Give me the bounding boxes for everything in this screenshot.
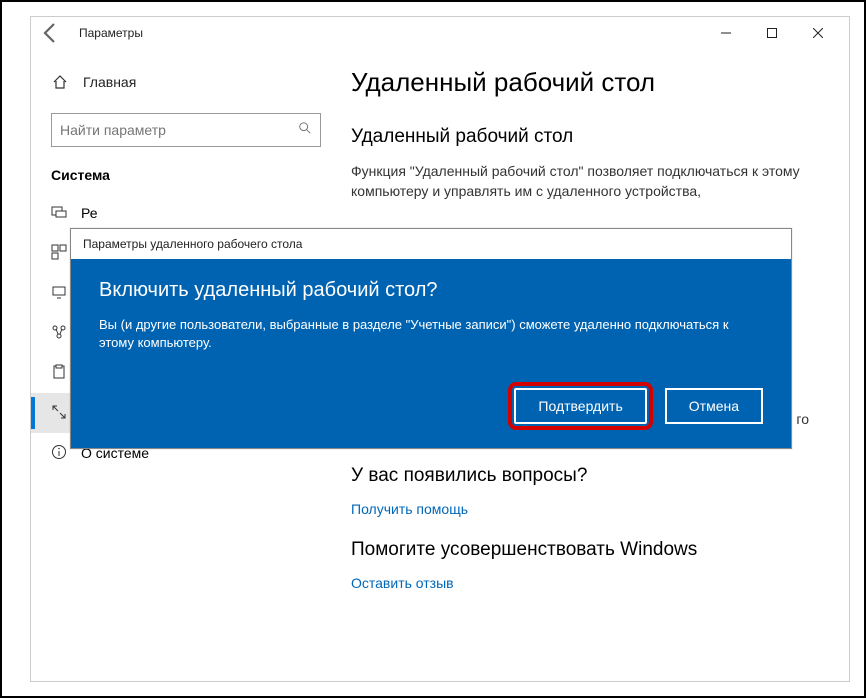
page-title: Удаленный рабочий стол [351,67,809,98]
shared-icon [51,324,67,343]
dialog-body: Включить удаленный рабочий стол? Вы (и д… [71,259,791,448]
cancel-button[interactable]: Отмена [665,388,763,424]
projection-icon [51,204,67,223]
projecting-icon [51,284,67,303]
help-link[interactable]: Получить помощь [351,501,809,517]
home-icon [51,73,69,91]
home-nav[interactable]: Главная [51,63,321,101]
minimize-icon [721,28,731,38]
sidebar-item-label: Ре [81,205,98,221]
section-title: Удаленный рабочий стол [351,126,809,148]
improve-title: Помогите усовершенствовать Windows [351,539,809,561]
maximize-icon [767,28,777,38]
titlebar: Параметры [31,17,849,49]
search-input-container[interactable] [51,113,321,147]
arrow-left-icon [39,21,63,45]
confirm-button[interactable]: Подтвердить [514,388,646,424]
feedback-link[interactable]: Оставить отзыв [351,575,809,591]
search-input[interactable] [60,122,298,138]
close-icon [813,28,823,38]
info-icon [51,444,67,463]
section-text: Функция "Удаленный рабочий стол" позволя… [351,162,809,201]
home-label: Главная [83,74,136,90]
window-title: Параметры [79,26,143,40]
maximize-button[interactable] [749,17,795,49]
remote-desktop-icon [51,404,67,423]
confirmation-dialog: Параметры удаленного рабочего стола Вклю… [70,228,792,449]
minimize-button[interactable] [703,17,749,49]
section-label: Система [51,167,321,183]
search-icon [298,121,312,140]
window-controls [703,17,841,49]
sidebar-item-re[interactable]: Ре [31,193,321,233]
questions-title: У вас появились вопросы? [351,465,809,487]
dialog-text: Вы (и другие пользователи, выбранные в р… [99,316,763,352]
clipboard-icon [51,364,67,383]
back-button[interactable] [39,21,63,45]
multitasking-icon [51,244,67,263]
close-button[interactable] [795,17,841,49]
dialog-title: Параметры удаленного рабочего стола [71,229,791,259]
dialog-heading: Включить удаленный рабочий стол? [99,279,763,302]
dialog-buttons: Подтвердить Отмена [99,388,763,424]
